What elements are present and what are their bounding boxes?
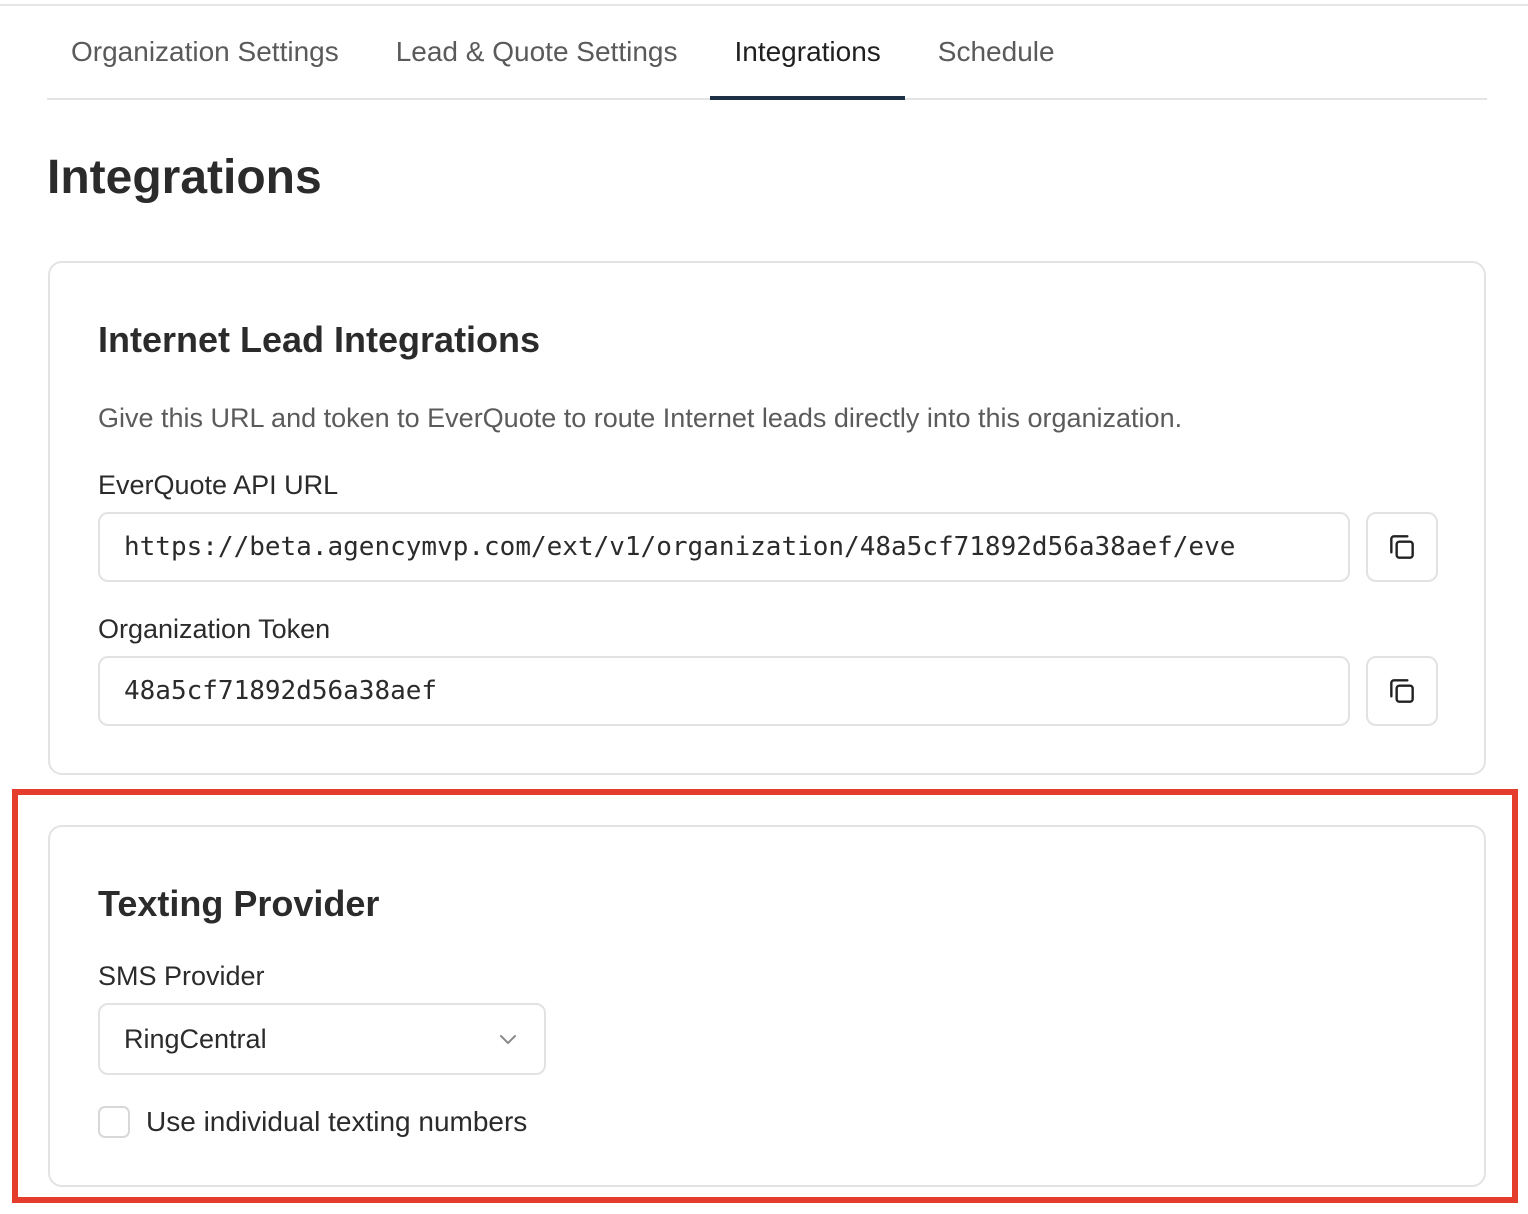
copy-icon [1390,535,1414,559]
settings-tabs: Organization Settings Lead & Quote Setti… [47,14,1487,100]
top-border [0,0,1528,6]
copy-api-url-button[interactable] [1366,512,1438,582]
individual-numbers-label: Use individual texting numbers [146,1106,528,1137]
page-title: Integrations [47,151,322,204]
internet-lead-title: Internet Lead Integrations [98,319,541,360]
tab-integrations[interactable]: Integrations [710,14,906,100]
chevron-down-icon [500,1035,516,1044]
internet-lead-integrations-card: Internet Lead Integrations Give this URL… [48,261,1486,775]
texting-provider-card: Texting Provider SMS Provider RingCentra… [48,825,1486,1187]
tab-lead-quote-settings[interactable]: Lead & Quote Settings [372,14,702,98]
sms-provider-value: RingCentral [124,1023,267,1054]
individual-numbers-checkbox[interactable] [98,1106,130,1138]
tab-organization-settings[interactable]: Organization Settings [47,14,363,98]
api-url-label: EverQuote API URL [98,470,339,500]
organization-token-value: 48a5cf71892d56a38aef [124,676,438,706]
tab-schedule[interactable]: Schedule [914,14,1079,98]
copy-token-button[interactable] [1366,656,1438,726]
organization-token-field[interactable]: 48a5cf71892d56a38aef [98,656,1350,726]
organization-token-label: Organization Token [98,614,331,644]
texting-provider-title: Texting Provider [98,883,380,924]
copy-icon [1390,679,1414,703]
sms-provider-select[interactable]: RingCentral [98,1003,546,1075]
api-url-field[interactable]: https://beta.agencymvp.com/ext/v1/organi… [98,512,1350,582]
individual-numbers-row[interactable]: Use individual texting numbers [98,1106,527,1138]
internet-lead-description: Give this URL and token to EverQuote to … [98,403,1183,433]
sms-provider-label: SMS Provider [98,961,265,991]
api-url-value: https://beta.agencymvp.com/ext/v1/organi… [124,532,1236,562]
